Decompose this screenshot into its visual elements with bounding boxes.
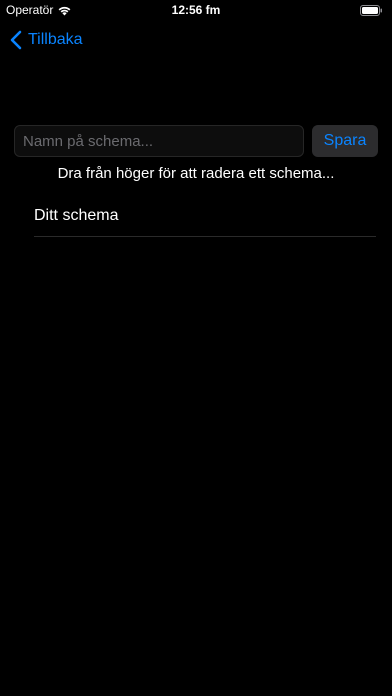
schedule-list: Ditt schema: [34, 196, 376, 237]
delete-hint: Dra från höger för att radera ett schema…: [57, 165, 335, 182]
chevron-left-icon: [10, 30, 22, 50]
battery-icon: [360, 5, 383, 16]
back-button-label: Tillbaka: [28, 31, 83, 48]
list-item[interactable]: Ditt schema: [34, 196, 376, 237]
back-button[interactable]: Tillbaka: [10, 30, 83, 50]
navigation-bar: Tillbaka: [0, 28, 392, 54]
status-time: 12:56 fm: [171, 3, 221, 17]
status-bar: Operatör 12:56 fm: [0, 0, 392, 22]
save-button[interactable]: Spara: [312, 125, 378, 157]
schedule-form: Spara: [14, 125, 378, 157]
schedule-name-input[interactable]: [14, 125, 304, 157]
